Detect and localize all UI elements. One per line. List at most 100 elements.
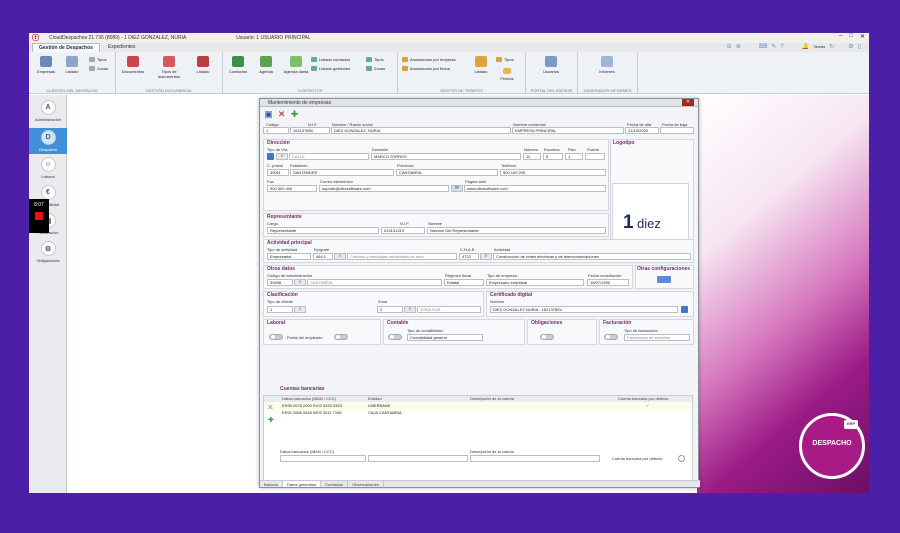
- precios-button[interactable]: Precios: [494, 68, 520, 81]
- portal-toggle[interactable]: [334, 334, 348, 340]
- add-row-icon[interactable]: ✚: [268, 416, 274, 424]
- tipofact-select[interactable]: Facturación de servicios: [624, 334, 690, 341]
- zonas-button[interactable]: Zonas: [89, 66, 108, 71]
- back-icon[interactable]: ⊖: [727, 43, 732, 50]
- listado-contactos-button[interactable]: Listado contactos: [311, 57, 350, 62]
- cnae-field[interactable]: 4722: [459, 253, 479, 260]
- search-icon[interactable]: ⌕: [334, 253, 346, 260]
- nif-field[interactable]: 16213785V: [290, 127, 330, 134]
- fconst-field[interactable]: 15/07/1990: [587, 279, 629, 286]
- maximize-icon[interactable]: □: [849, 33, 853, 40]
- bell-icon[interactable]: 🔔: [802, 43, 809, 50]
- tools-icon[interactable]: ✎: [771, 43, 776, 50]
- stop-record-icon[interactable]: [35, 212, 43, 220]
- help-icon[interactable]: ?: [780, 44, 783, 50]
- oblig-toggle[interactable]: [540, 334, 554, 340]
- entidad-input[interactable]: [368, 455, 468, 462]
- tipoemp-select[interactable]: Empresario individual: [486, 279, 584, 286]
- cert-add-icon[interactable]: [681, 306, 688, 313]
- piso-field[interactable]: 1: [565, 153, 583, 160]
- alta-field[interactable]: 21/10/2020: [625, 127, 659, 134]
- listado-documentos-button[interactable]: Listado: [190, 56, 216, 74]
- rep-nombre-field[interactable]: Nombre Del Representante: [427, 227, 606, 234]
- cancel-icon[interactable]: ✕: [277, 109, 286, 119]
- zona-field[interactable]: 2: [377, 306, 403, 313]
- forward-icon[interactable]: ⊕: [736, 43, 741, 50]
- recording-widget[interactable]: 8:07: [29, 199, 49, 233]
- escalera-field[interactable]: 5: [543, 153, 563, 160]
- search-icon[interactable]: ⌕: [294, 279, 306, 286]
- new-icon[interactable]: ✚: [290, 109, 299, 119]
- search-icon[interactable]: ⌕: [276, 153, 288, 160]
- codadm-field[interactable]: 39408: [267, 279, 293, 286]
- rep-nif-field[interactable]: 01313131S: [381, 227, 425, 234]
- certnombre-field[interactable]: DIEZ GONZALEZ NURIA - 16213785V: [490, 306, 678, 313]
- informes-button[interactable]: Informes: [594, 56, 620, 74]
- laboral-toggle[interactable]: [269, 334, 283, 340]
- tipovia-field[interactable]: CALLE: [289, 153, 369, 160]
- tab-basicos[interactable]: Básicos: [260, 481, 284, 487]
- anotaciones-fecha-button[interactable]: Anotaciones por fecha: [402, 66, 450, 71]
- desc-input[interactable]: [470, 455, 600, 462]
- tab-contactos[interactable]: Contactos: [321, 481, 349, 487]
- dialog-close-icon[interactable]: ✕: [682, 99, 694, 106]
- baja-field[interactable]: [660, 127, 694, 134]
- cargo-field[interactable]: Representante: [267, 227, 379, 234]
- page-icon[interactable]: ▯: [858, 43, 861, 50]
- tipocont-select[interactable]: Contabilidad general: [407, 334, 483, 341]
- regimen-select[interactable]: Estatal: [444, 279, 484, 286]
- numero-field[interactable]: 11: [523, 153, 541, 160]
- web-field[interactable]: www.diezsoftware.com: [464, 185, 606, 192]
- usuarios-button[interactable]: Usuarios: [538, 56, 564, 74]
- tipos-tiempos-button[interactable]: Tipos: [496, 57, 514, 62]
- nombre-field[interactable]: DIEZ GONZALEZ, NURIA: [331, 127, 511, 134]
- iban-input[interactable]: [280, 455, 366, 462]
- puerta-field[interactable]: [585, 153, 605, 160]
- sidebar-item-despacho[interactable]: D Despacho: [29, 128, 67, 154]
- listado-gestiones-button[interactable]: Listado gestiones: [311, 66, 350, 71]
- tipoact-select[interactable]: Empresarial: [267, 253, 311, 260]
- agenda-button[interactable]: Agenda: [253, 56, 279, 74]
- tipos-documentos-button[interactable]: Tipos de documentos: [152, 56, 186, 79]
- contactos-button[interactable]: Contactos: [225, 56, 251, 74]
- contable-toggle[interactable]: [388, 334, 402, 340]
- minimize-icon[interactable]: –: [839, 33, 842, 40]
- comercial-field[interactable]: EMPRESA PRINCIPAL: [512, 127, 624, 134]
- delete-row-icon[interactable]: ✕: [267, 403, 274, 412]
- tipovia-code-icon[interactable]: [267, 153, 274, 160]
- codigo-field[interactable]: 1: [263, 127, 289, 134]
- search-icon[interactable]: ⌕: [294, 306, 306, 313]
- tipos-contactos-button[interactable]: Tipos: [366, 57, 384, 62]
- epigrafe-field[interactable]: 464.1: [313, 253, 333, 260]
- email-field[interactable]: soporte@diezsoftware.com: [319, 185, 449, 192]
- agenda-diaria-button[interactable]: Agenda diaria: [283, 56, 309, 74]
- zonas-contactos-button[interactable]: Zonas: [366, 66, 385, 71]
- documentos-button[interactable]: Documentos: [120, 56, 146, 74]
- empresas-button[interactable]: Empresas: [33, 56, 59, 74]
- save-icon[interactable]: ▣: [264, 109, 273, 119]
- tipos-button[interactable]: Tipos: [89, 57, 107, 62]
- act-field[interactable]: Construcción de redes eléctricas y de te…: [493, 253, 691, 260]
- cpostal-field[interactable]: 39011: [267, 169, 289, 176]
- close-icon[interactable]: ✕: [860, 33, 865, 40]
- poblacion-field[interactable]: SANTANDER: [290, 169, 394, 176]
- sidebar-item-administracion[interactable]: A Administración: [29, 100, 67, 124]
- listado-tiempos-button[interactable]: Listado: [468, 56, 494, 74]
- tab-observaciones[interactable]: Observaciones: [348, 481, 384, 487]
- sidebar-item-obligaciones[interactable]: ⚙ Obligaciones: [29, 241, 67, 265]
- listado-empresas-button[interactable]: Listado: [59, 56, 85, 74]
- factura-toggle[interactable]: [604, 334, 618, 340]
- defecto-checkbox[interactable]: [678, 455, 685, 462]
- sidebar-item-laboral[interactable]: ☺ Laboral: [29, 157, 67, 181]
- provincia-field[interactable]: CANTABRIA: [396, 169, 498, 176]
- refresh-icon[interactable]: ↻: [829, 43, 834, 50]
- search-icon[interactable]: ⌕: [404, 306, 416, 313]
- tab-datos-generales[interactable]: Datos generales: [283, 481, 322, 487]
- telefono-field[interactable]: 900 100 200: [500, 169, 606, 176]
- search-icon[interactable]: ⌕: [480, 253, 492, 260]
- settings-icon[interactable]: ⚙: [848, 43, 853, 50]
- tipocli-field[interactable]: 1: [267, 306, 293, 313]
- table-row[interactable]: ES99 2078 2000 9102 3333 3333 LIBERBANK …: [264, 403, 692, 409]
- anotaciones-empresa-button[interactable]: Anotaciones por empresa: [402, 57, 456, 62]
- email-send-icon[interactable]: ✉: [451, 185, 463, 192]
